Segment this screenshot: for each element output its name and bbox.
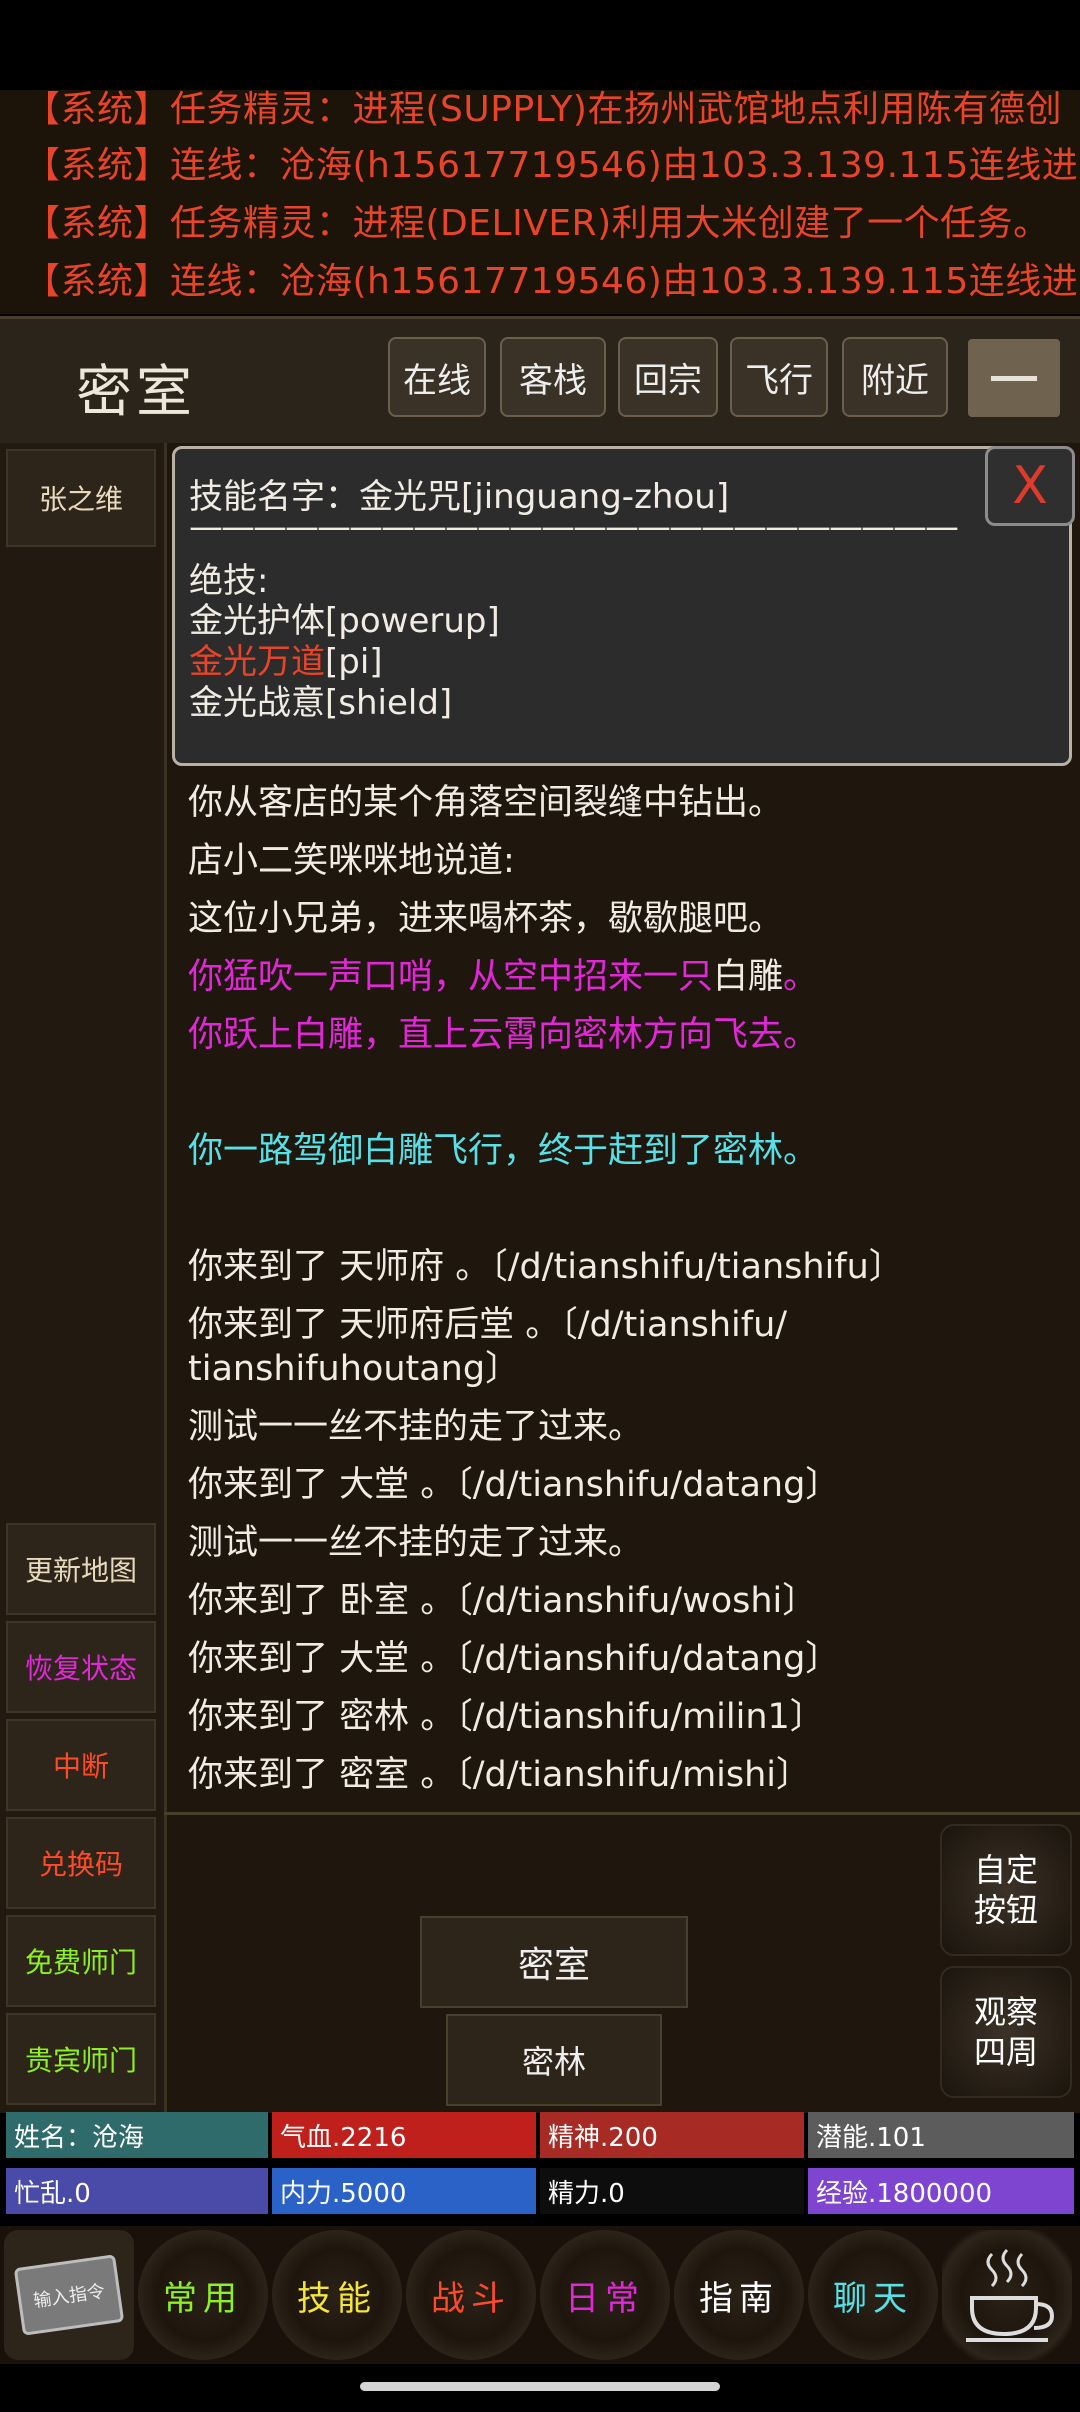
system-message: 【系统】任务精灵：进程(DELIVER)利用大米创建了一个任务。 [24, 203, 1050, 244]
minus-icon [991, 375, 1037, 381]
online-button[interactable]: 在线 [388, 337, 486, 417]
stat-neili: 内力.5000 [272, 2168, 536, 2214]
system-message-panel: 【系统】任务精灵：进程(SUPPLY)在扬州武馆地点利用陈有德创 【系统】连线：… [0, 90, 1080, 314]
redeem-code-button[interactable]: 兑换码 [6, 1817, 156, 1909]
log-line: 你从客店的某个角落空间裂缝中钻出。 [188, 783, 784, 823]
log-line: 你跃上白雕，直上云霄向密林方向飞去。 [188, 1015, 819, 1055]
system-message: 【系统】连线：沧海(h15617719546)由103.3.139.115连线进… [24, 261, 1080, 302]
vip-sect-button[interactable]: 贵宾师门 [6, 2013, 156, 2105]
nearby-button[interactable]: 附近 [842, 337, 948, 417]
system-message: 【系统】任务精灵：进程(SUPPLY)在扬州武馆地点利用陈有德创 [24, 90, 1062, 130]
exit-milin-button[interactable]: 密林 [446, 2014, 662, 2106]
menu-combat[interactable]: 战斗 [406, 2230, 536, 2360]
log-line: 你来到了 密林 。〔/d/tianshifu/milin1〕 [188, 1697, 825, 1737]
current-room-button[interactable]: 密室 [420, 1916, 688, 2008]
log-line: 这位小兄弟，进来喝杯茶，歇歇腿吧。 [188, 899, 784, 939]
room-title: 密室 [76, 360, 196, 425]
home-indicator[interactable] [360, 2382, 720, 2391]
log-line: 你来到了 大堂 。〔/d/tianshifu/datang〕 [188, 1465, 841, 1505]
menu-guide[interactable]: 指南 [674, 2230, 804, 2360]
stat-name: 姓名：沧海 [6, 2112, 268, 2158]
skill-item-code: [shield] [325, 683, 453, 723]
stat-potential: 潜能.101 [808, 2112, 1074, 2158]
npc-item[interactable]: 张之维 [6, 449, 156, 547]
stat-spirit: 精神.200 [540, 2112, 804, 2158]
input-command-button[interactable]: 输入指令 [4, 2230, 134, 2360]
minimize-button[interactable] [968, 339, 1060, 417]
log-line: tianshifuhoutang〕 [188, 1349, 521, 1389]
divider [164, 1812, 1080, 1815]
menu-common[interactable]: 常用 [138, 2230, 268, 2360]
log-line: 店小二笑咪咪地说道: [188, 841, 515, 881]
stat-hp: 气血.2216 [272, 2112, 536, 2158]
custom-button[interactable]: 自定 按钮 [940, 1824, 1072, 1956]
keyboard-icon: 输入指令 [13, 2254, 125, 2336]
separator: ———————————————————————— [189, 507, 959, 547]
log-line: 测试一一丝不挂的走了过来。 [188, 1407, 644, 1447]
skill-item-name: 金光战意 [189, 683, 325, 723]
system-nav-bar [0, 2364, 1080, 2412]
log-line: 测试一一丝不挂的走了过来。 [188, 1523, 644, 1563]
log-line: 你来到了 大堂 。〔/d/tianshifu/datang〕 [188, 1639, 841, 1679]
skill-popup: 技能名字：金光咒[jinguang-zhou] ————————————————… [172, 446, 1075, 766]
teacup-svg [966, 2248, 1055, 2342]
system-message: 【系统】连线：沧海(h15617719546)由103.3.139.115连线进… [24, 145, 1080, 186]
log-line: 你来到了 卧室 。〔/d/tianshifu/woshi〕 [188, 1581, 818, 1621]
menu-skills[interactable]: 技能 [272, 2230, 402, 2360]
custom-button-label: 按钮 [973, 1891, 1038, 1929]
teacup-icon[interactable] [942, 2230, 1072, 2360]
skill-item[interactable]: 金光战意[shield] [189, 675, 452, 724]
look-button-label: 四周 [973, 2033, 1038, 2071]
restore-state-button[interactable]: 恢复状态 [6, 1621, 156, 1713]
free-sect-button[interactable]: 免费师门 [6, 1915, 156, 2007]
log-line: 你来到了 密室 。〔/d/tianshifu/mishi〕 [188, 1755, 812, 1795]
look-button-label: 观察 [973, 1993, 1038, 2031]
stat-jingli: 精力.0 [540, 2168, 804, 2214]
interrupt-button[interactable]: 中断 [6, 1719, 156, 1811]
fly-button[interactable]: 飞行 [730, 337, 828, 417]
menu-daily[interactable]: 日常 [540, 2230, 670, 2360]
close-button[interactable]: X [985, 446, 1075, 526]
stat-busy: 忙乱.0 [6, 2168, 268, 2214]
refresh-map-button[interactable]: 更新地图 [6, 1523, 156, 1615]
sidebar: 张之维 更新地图 恢复状态 中断 兑换码 免费师门 贵宾师门 [0, 443, 167, 2113]
stat-exp: 经验.1800000 [808, 2168, 1074, 2214]
log-line: 你来到了 天师府 。〔/d/tianshifu/tianshifu〕 [188, 1247, 904, 1287]
return-sect-button[interactable]: 回宗 [618, 337, 718, 417]
menu-chat[interactable]: 聊天 [808, 2230, 938, 2360]
log-line: 你猛吹一声口哨，从空中招来一只白雕。 [188, 957, 819, 997]
status-bar [0, 0, 1080, 94]
look-around-button[interactable]: 观察 四周 [940, 1966, 1072, 2098]
bottom-menu: 输入指令 常用 技能 战斗 日常 指南 聊天 [0, 2226, 1080, 2364]
log-line: 你一路驾御白雕飞行，终于赶到了密林。 [188, 1131, 819, 1171]
inn-button[interactable]: 客栈 [500, 337, 606, 417]
room-header: 密室 在线 客栈 回宗 飞行 附近 [0, 316, 1080, 446]
custom-button-label: 自定 [973, 1851, 1038, 1889]
